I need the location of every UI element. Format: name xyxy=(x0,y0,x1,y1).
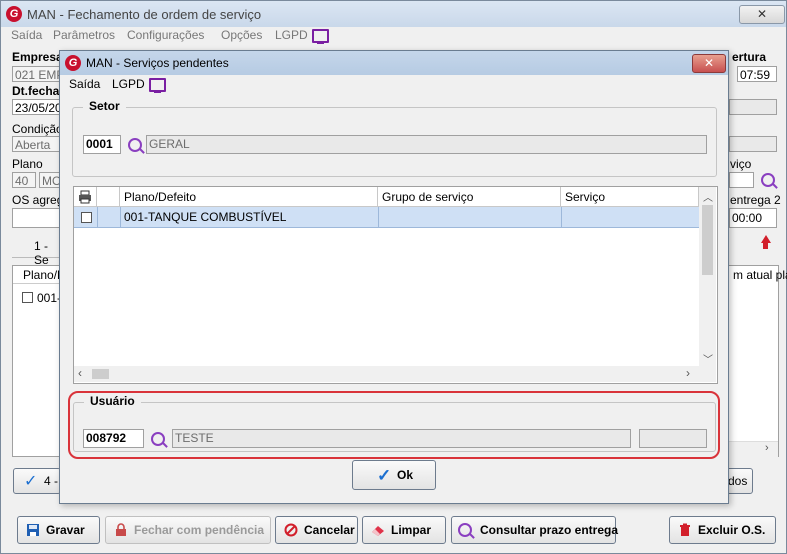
menu-lgpd[interactable]: LGPD xyxy=(275,28,308,42)
trash-icon xyxy=(680,523,690,536)
entrega-label: entrega 2 xyxy=(730,193,781,207)
main-grid-row-checkbox[interactable] xyxy=(22,292,33,303)
main-grid-left: Plano/D 001- xyxy=(12,265,66,457)
usuario-group: Usuário 008792 TESTE xyxy=(73,394,716,452)
hscroll-thumb[interactable] xyxy=(92,369,109,379)
main-titlebar: G MAN - Fechamento de ordem de serviço ✕ xyxy=(1,1,786,27)
row-plano-defeito: 001-TANQUE COMBUSTÍVEL xyxy=(124,210,287,224)
up-arrow-stem xyxy=(763,243,768,249)
menu-opcoes[interactable]: Opções xyxy=(221,28,262,42)
servico-label: viço xyxy=(730,157,752,171)
main-grid-col-right: m atual pla xyxy=(733,268,787,282)
servicos-pendentes-dialog: G MAN - Serviços pendentes ✕ Saída LGPD … xyxy=(59,50,729,504)
search-icon xyxy=(458,523,472,537)
plano-code-field[interactable]: 40 xyxy=(12,172,36,188)
print-column-header[interactable] xyxy=(74,187,97,207)
consultar-prazo-button[interactable]: Consultar prazo entrega xyxy=(451,516,618,544)
condicao-field[interactable]: Aberta xyxy=(12,136,62,152)
empresa-field[interactable]: 021 EMP xyxy=(12,66,62,82)
usuario-search-icon[interactable] xyxy=(151,432,165,446)
usuario-name-field: TESTE xyxy=(172,429,631,448)
entrega-field[interactable]: 00:00 xyxy=(729,208,777,228)
check-column-header xyxy=(97,187,120,207)
cancelar-button[interactable]: Cancelar xyxy=(275,516,358,544)
table-row[interactable]: 001-TANQUE COMBUSTÍVEL xyxy=(74,207,699,228)
main-grid-row[interactable]: 001- xyxy=(37,291,61,305)
main-grid-hscroll[interactable]: › xyxy=(729,441,778,457)
col-plano-defeito[interactable]: Plano/Defeito xyxy=(120,187,378,207)
col-servico[interactable]: Serviço xyxy=(561,187,699,207)
scroll-left-icon[interactable]: ‹ xyxy=(78,366,82,380)
check-icon: ✓ xyxy=(377,466,392,485)
modal-lgpd-monitor-icon[interactable] xyxy=(149,78,166,93)
modal-title: MAN - Serviços pendentes xyxy=(86,56,229,70)
app-logo-icon: G xyxy=(6,6,22,22)
main-grid-col-plano: Plano/D xyxy=(13,266,66,284)
scroll-right-icon[interactable]: › xyxy=(765,442,769,454)
col-grupo-servico[interactable]: Grupo de serviço xyxy=(378,187,561,207)
modal-menu-saida[interactable]: Saída xyxy=(69,77,100,91)
scroll-corner xyxy=(699,366,716,382)
lgpd-monitor-icon[interactable] xyxy=(312,29,329,44)
dtfecha-field[interactable]: 23/05/20 xyxy=(12,99,62,115)
main-grid-right: m atual pla › xyxy=(728,265,787,457)
menu-saida[interactable]: Saída xyxy=(11,28,42,42)
vscroll-thumb[interactable] xyxy=(702,205,713,275)
modal-logo-icon: G xyxy=(65,55,81,71)
tab-1-servicos[interactable]: 1 - Se xyxy=(12,235,62,267)
cancel-icon xyxy=(284,523,298,537)
usuario-title: Usuário xyxy=(84,394,141,408)
servico-field[interactable] xyxy=(729,172,754,188)
save-icon xyxy=(27,524,39,536)
right-field-1 xyxy=(729,99,777,115)
condicao-label: Condição xyxy=(12,122,63,136)
modal-close-button[interactable]: ✕ xyxy=(692,54,726,73)
abertura-time-field[interactable]: 07:59 xyxy=(737,66,777,82)
check-icon: ✓ xyxy=(24,473,38,490)
modal-titlebar: G MAN - Serviços pendentes ✕ xyxy=(60,51,728,75)
menu-parametros[interactable]: Parâmetros xyxy=(53,28,115,42)
servicos-grid: Plano/Defeito Grupo de serviço Serviço 0… xyxy=(73,186,718,384)
scroll-down-icon[interactable]: ﹀ xyxy=(703,351,713,366)
abertura-label: ertura xyxy=(732,50,767,64)
servico-search-icon[interactable] xyxy=(761,173,775,187)
limpar-button[interactable]: Limpar xyxy=(362,516,446,544)
fechar-pendencia-button[interactable]: Fechar com pendência xyxy=(105,516,271,544)
os-agregada-field[interactable] xyxy=(12,208,62,228)
setor-group: Setor 0001 GERAL xyxy=(72,99,717,177)
tab-4-button[interactable]: ✓ 4 - xyxy=(13,468,61,494)
eraser-icon xyxy=(372,526,384,536)
usuario-extra-field xyxy=(639,429,707,448)
right-field-2 xyxy=(729,136,777,152)
plano-label: Plano xyxy=(12,157,43,171)
gravar-button[interactable]: Gravar xyxy=(17,516,100,544)
grid-vscroll[interactable]: ︿ ﹀ xyxy=(699,187,716,366)
dtfecha-label: Dt.fecha xyxy=(12,84,60,98)
usuario-code-field[interactable]: 008792 xyxy=(83,429,144,448)
excluir-os-button[interactable]: Excluir O.S. xyxy=(669,516,776,544)
ok-button[interactable]: ✓ Ok xyxy=(352,460,436,490)
main-menubar: Saída Parâmetros Configurações Opções LG… xyxy=(1,27,786,45)
menu-configuracoes[interactable]: Configurações xyxy=(127,28,204,42)
main-window-title: MAN - Fechamento de ordem de serviço xyxy=(27,7,262,22)
setor-title: Setor xyxy=(83,99,126,113)
up-arrow-icon[interactable] xyxy=(761,235,771,243)
row-checkbox[interactable] xyxy=(81,212,92,223)
modal-menu-lgpd[interactable]: LGPD xyxy=(112,77,145,91)
plano-name-field[interactable]: MO xyxy=(39,172,61,188)
grid-hscroll[interactable]: ‹ › xyxy=(74,366,699,382)
setor-code-field[interactable]: 0001 xyxy=(83,135,121,154)
setor-name-field: GERAL xyxy=(146,135,707,154)
setor-search-icon[interactable] xyxy=(128,138,142,152)
scroll-right-icon[interactable]: › xyxy=(686,366,690,380)
empresa-label: Empresa xyxy=(12,50,63,64)
lock-icon xyxy=(116,523,126,536)
scroll-up-icon[interactable]: ︿ xyxy=(703,189,713,204)
printer-icon xyxy=(79,190,91,204)
main-close-button[interactable]: ✕ xyxy=(739,5,785,24)
